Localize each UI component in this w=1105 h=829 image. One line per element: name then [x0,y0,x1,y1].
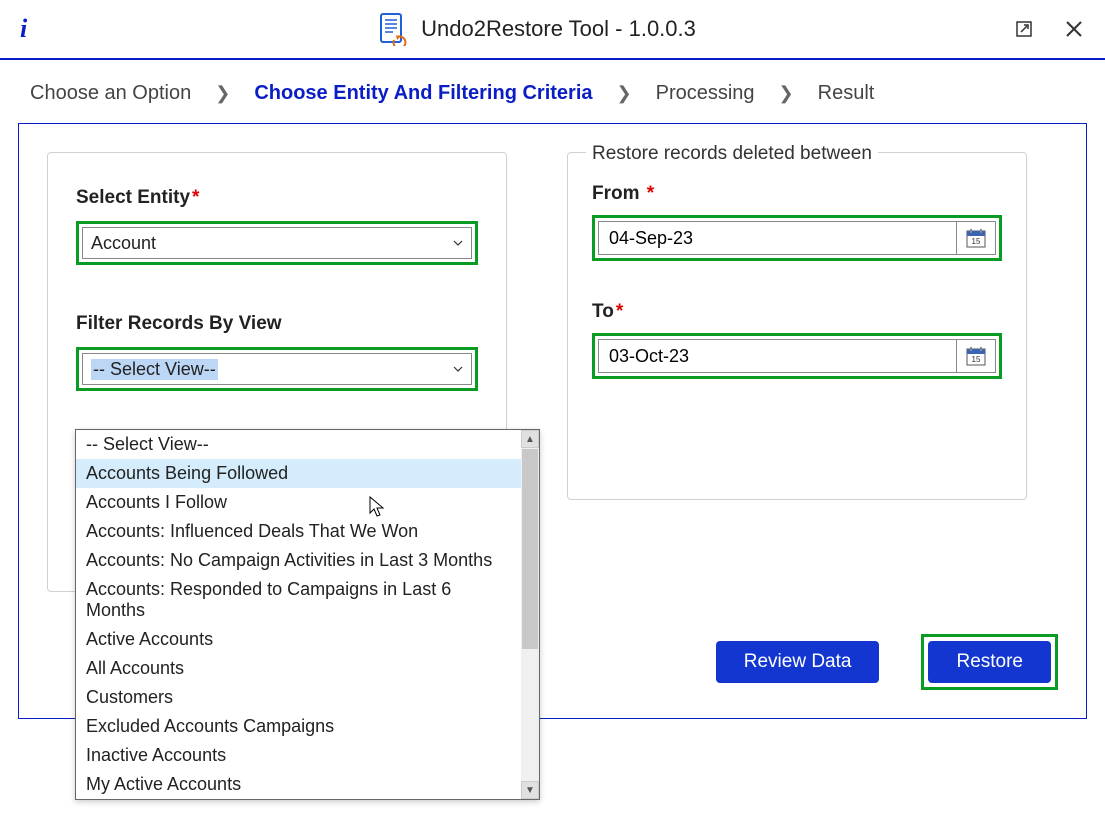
dropdown-option[interactable]: Accounts: Responded to Campaigns in Last… [76,575,521,625]
maximize-button[interactable] [1013,18,1035,40]
chevron-right-icon: ❯ [215,83,230,104]
dropdown-option[interactable]: Excluded Accounts Campaigns [76,712,521,741]
dropdown-option[interactable]: Accounts: Influenced Deals That We Won [76,517,521,546]
breadcrumb-step-2[interactable]: Choose Entity And Filtering Criteria [254,82,592,105]
dropdown-option[interactable]: Inactive Accounts [76,741,521,770]
dropdown-option[interactable]: Accounts I Follow [76,488,521,517]
filter-view-value: -- Select View-- [91,359,218,380]
wizard-breadcrumb: Choose an Option ❯ Choose Entity And Fil… [0,60,1105,123]
app-title: Undo2Restore Tool - 1.0.0.3 [421,16,696,42]
breadcrumb-step-3[interactable]: Processing [656,82,755,105]
from-date-field[interactable]: 04-Sep-23 15 [592,215,1002,261]
date-range-group: Restore records deleted between From * 0… [567,152,1027,500]
svg-text:15: 15 [972,355,981,364]
app-logo-icon: i [20,14,27,44]
to-date-field[interactable]: 03-Oct-23 15 [592,333,1002,379]
svg-text:15: 15 [972,237,981,246]
filter-view-dropdown[interactable]: -- Select View-- [76,347,478,391]
breadcrumb-step-1[interactable]: Choose an Option [30,82,191,105]
to-date-label: To* [592,301,1002,323]
select-entity-label: Select Entity* [76,187,478,209]
dropdown-option[interactable]: Accounts: No Campaign Activities in Last… [76,546,521,575]
chevron-down-icon [453,238,463,248]
close-button[interactable] [1063,18,1085,40]
date-range-legend: Restore records deleted between [586,143,878,165]
to-date-picker-button[interactable]: 15 [956,339,996,373]
restore-button[interactable]: Restore [928,641,1051,683]
chevron-right-icon: ❯ [779,83,794,104]
breadcrumb-step-4[interactable]: Result [818,82,875,105]
from-date-picker-button[interactable]: 15 [956,221,996,255]
select-entity-value: Account [91,233,156,254]
scroll-thumb[interactable] [522,449,538,649]
dropdown-option[interactable]: Customers [76,683,521,712]
from-date-label: From * [592,183,1002,205]
filter-view-dropdown-list[interactable]: -- Select View-- Accounts Being Followed… [75,429,540,800]
dropdown-option[interactable]: My Active Accounts [76,770,521,799]
scroll-down-button[interactable]: ▼ [521,781,539,799]
calendar-icon: 15 [965,345,987,367]
to-date-value[interactable]: 03-Oct-23 [598,339,956,373]
dropdown-option[interactable]: Accounts Being Followed [76,459,521,488]
select-entity-dropdown[interactable]: Account [76,221,478,265]
chevron-right-icon: ❯ [617,83,632,104]
dropdown-option[interactable]: All Accounts [76,654,521,683]
titlebar: i Undo2Restore Tool - 1.0.0.3 [0,0,1105,60]
filter-view-label: Filter Records By View [76,313,478,335]
from-date-value[interactable]: 04-Sep-23 [598,221,956,255]
dropdown-option[interactable]: -- Select View-- [76,430,521,459]
dropdown-scrollbar[interactable]: ▲ ▼ [521,430,539,799]
review-data-button[interactable]: Review Data [716,641,880,683]
calendar-icon: 15 [965,227,987,249]
action-buttons: Review Data Restore [716,634,1058,690]
chevron-down-icon [453,364,463,374]
document-icon [377,12,407,46]
dropdown-option[interactable]: Active Accounts [76,625,521,654]
scroll-up-button[interactable]: ▲ [521,430,539,448]
